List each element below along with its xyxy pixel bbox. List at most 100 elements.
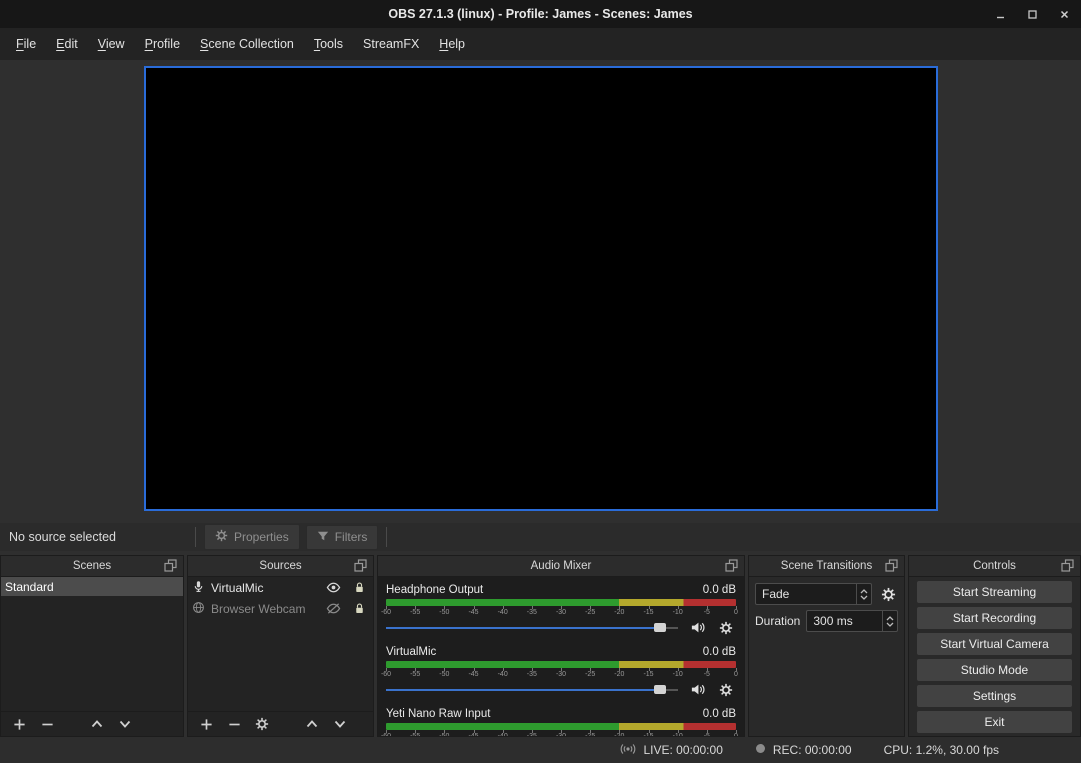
menu-item-tools[interactable]: Tools bbox=[304, 32, 353, 56]
sources-dock: Sources VirtualMic bbox=[187, 555, 374, 737]
duration-row: Duration 300 ms bbox=[755, 610, 898, 632]
source-properties-gear-icon[interactable] bbox=[252, 714, 272, 734]
remove-source-icon[interactable] bbox=[224, 714, 244, 734]
scenes-dock-title: Scenes bbox=[73, 560, 111, 572]
audio-mixer-dock: Audio Mixer Headphone Output 0.0 dB -60-… bbox=[377, 555, 745, 737]
toolbar-separator bbox=[195, 527, 196, 547]
dock-popout-icon[interactable] bbox=[164, 559, 177, 577]
lock-icon[interactable] bbox=[349, 578, 369, 598]
start-recording-button[interactable]: Start Recording bbox=[917, 607, 1072, 629]
volume-slider[interactable] bbox=[386, 681, 678, 698]
combo-spinner[interactable] bbox=[856, 584, 871, 604]
transitions-body: Fade Duration 300 ms bbox=[749, 577, 904, 736]
mixer-channel: Headphone Output 0.0 dB -60-55-50-45-40-… bbox=[386, 582, 736, 636]
volume-meter bbox=[386, 661, 736, 668]
duration-spinner[interactable] bbox=[882, 611, 897, 631]
menu-item-file[interactable]: File bbox=[6, 32, 46, 56]
rec-status: REC: 00:00:00 bbox=[755, 743, 852, 757]
studio-mode-button[interactable]: Studio Mode bbox=[917, 659, 1072, 681]
mixer-dock-header: Audio Mixer bbox=[378, 556, 744, 577]
mixer-gear-icon[interactable] bbox=[716, 680, 736, 700]
remove-scene-icon[interactable] bbox=[37, 714, 57, 734]
minimize-icon[interactable] bbox=[993, 7, 1007, 21]
live-status: LIVE: 00:00:00 bbox=[620, 742, 722, 759]
statusbar: LIVE: 00:00:00 REC: 00:00:00 CPU: 1.2%, … bbox=[0, 737, 1081, 763]
visibility-off-icon[interactable] bbox=[323, 599, 343, 619]
volume-slider[interactable] bbox=[386, 619, 678, 636]
live-time: LIVE: 00:00:00 bbox=[643, 743, 722, 757]
meter-scale: -60-55-50-45-40-35-30-25-20-15-10-50 bbox=[386, 730, 736, 736]
mixer-channel-level: 0.0 dB bbox=[703, 708, 736, 720]
mixer-channel-name: VirtualMic bbox=[386, 646, 436, 658]
window-buttons bbox=[993, 0, 1071, 28]
start-virtual-camera-button[interactable]: Start Virtual Camera bbox=[917, 633, 1072, 655]
source-row-virtualmic[interactable]: VirtualMic bbox=[188, 577, 373, 598]
no-source-label: No source selected bbox=[0, 530, 190, 544]
dock-popout-icon[interactable] bbox=[354, 559, 367, 577]
scene-item-standard[interactable]: Standard bbox=[1, 577, 183, 596]
mixer-channel: Yeti Nano Raw Input 0.0 dB -60-55-50-45-… bbox=[386, 706, 736, 736]
menu-item-scene-collection[interactable]: Scene Collection bbox=[190, 32, 304, 56]
add-source-icon[interactable] bbox=[196, 714, 216, 734]
microphone-icon bbox=[192, 580, 205, 596]
lock-icon[interactable] bbox=[349, 599, 369, 619]
mixer-channel-level: 0.0 dB bbox=[703, 646, 736, 658]
duration-value: 300 ms bbox=[807, 614, 882, 628]
menu-item-help[interactable]: Help bbox=[429, 32, 475, 56]
source-row-browser-webcam[interactable]: Browser Webcam bbox=[188, 598, 373, 619]
obs-window: OBS 27.1.3 (linux) - Profile: James - Sc… bbox=[0, 0, 1081, 763]
meter-scale: -60-55-50-45-40-35-30-25-20-15-10-50 bbox=[386, 668, 736, 679]
scenes-toolbar bbox=[1, 711, 183, 736]
mixer-channel-name: Yeti Nano Raw Input bbox=[386, 708, 490, 720]
mixer-channel: VirtualMic 0.0 dB -60-55-50-45-40-35-30-… bbox=[386, 644, 736, 698]
preview-canvas[interactable] bbox=[144, 66, 938, 511]
dock-popout-icon[interactable] bbox=[1061, 559, 1074, 577]
add-scene-icon[interactable] bbox=[9, 714, 29, 734]
menu-item-view[interactable]: View bbox=[88, 32, 135, 56]
properties-button[interactable]: Properties bbox=[204, 524, 300, 550]
transition-select-row: Fade bbox=[755, 583, 898, 605]
transition-select[interactable]: Fade bbox=[755, 583, 872, 605]
close-icon[interactable] bbox=[1057, 7, 1071, 21]
duration-spinbox[interactable]: 300 ms bbox=[806, 610, 898, 632]
mixer-gear-icon[interactable] bbox=[716, 618, 736, 638]
start-streaming-button[interactable]: Start Streaming bbox=[917, 581, 1072, 603]
volume-meter bbox=[386, 723, 736, 730]
settings-button[interactable]: Settings bbox=[917, 685, 1072, 707]
dock-popout-icon[interactable] bbox=[885, 559, 898, 577]
menubar: FileEditViewProfileScene CollectionTools… bbox=[0, 28, 1081, 60]
move-source-up-icon[interactable] bbox=[302, 714, 322, 734]
docks: Scenes Standard bbox=[0, 555, 1081, 737]
speaker-icon[interactable] bbox=[687, 680, 707, 700]
filters-button[interactable]: Filters bbox=[306, 525, 379, 550]
dock-popout-icon[interactable] bbox=[725, 559, 738, 577]
broadcast-icon bbox=[620, 742, 636, 759]
titlebar: OBS 27.1.3 (linux) - Profile: James - Sc… bbox=[0, 0, 1081, 28]
maximize-icon[interactable] bbox=[1025, 7, 1039, 21]
toolbar-separator bbox=[386, 527, 387, 547]
scenes-dock-header: Scenes bbox=[1, 556, 183, 577]
visibility-icon[interactable] bbox=[323, 578, 343, 598]
sources-dock-header: Sources bbox=[188, 556, 373, 577]
move-scene-up-icon[interactable] bbox=[87, 714, 107, 734]
menu-item-streamfx[interactable]: StreamFX bbox=[353, 32, 429, 56]
duration-label: Duration bbox=[755, 614, 800, 628]
filter-icon bbox=[317, 530, 329, 545]
mixer-dock-title: Audio Mixer bbox=[531, 560, 592, 572]
controls-dock-header: Controls bbox=[909, 556, 1080, 577]
move-scene-down-icon[interactable] bbox=[115, 714, 135, 734]
sources-list: VirtualMic Browser Webcam bbox=[188, 577, 373, 711]
transitions-dock-title: Scene Transitions bbox=[781, 560, 872, 572]
transitions-dock-header: Scene Transitions bbox=[749, 556, 904, 577]
move-source-down-icon[interactable] bbox=[330, 714, 350, 734]
transition-properties-gear-icon[interactable] bbox=[878, 584, 898, 604]
menu-item-edit[interactable]: Edit bbox=[46, 32, 88, 56]
properties-label: Properties bbox=[234, 530, 289, 544]
cpu-fps-stats: CPU: 1.2%, 30.00 fps bbox=[884, 743, 999, 757]
scene-transitions-dock: Scene Transitions Fade bbox=[748, 555, 905, 737]
speaker-icon[interactable] bbox=[687, 618, 707, 638]
controls-dock-title: Controls bbox=[973, 560, 1016, 572]
exit-button[interactable]: Exit bbox=[917, 711, 1072, 733]
menu-item-profile[interactable]: Profile bbox=[135, 32, 190, 56]
scenes-dock: Scenes Standard bbox=[0, 555, 184, 737]
